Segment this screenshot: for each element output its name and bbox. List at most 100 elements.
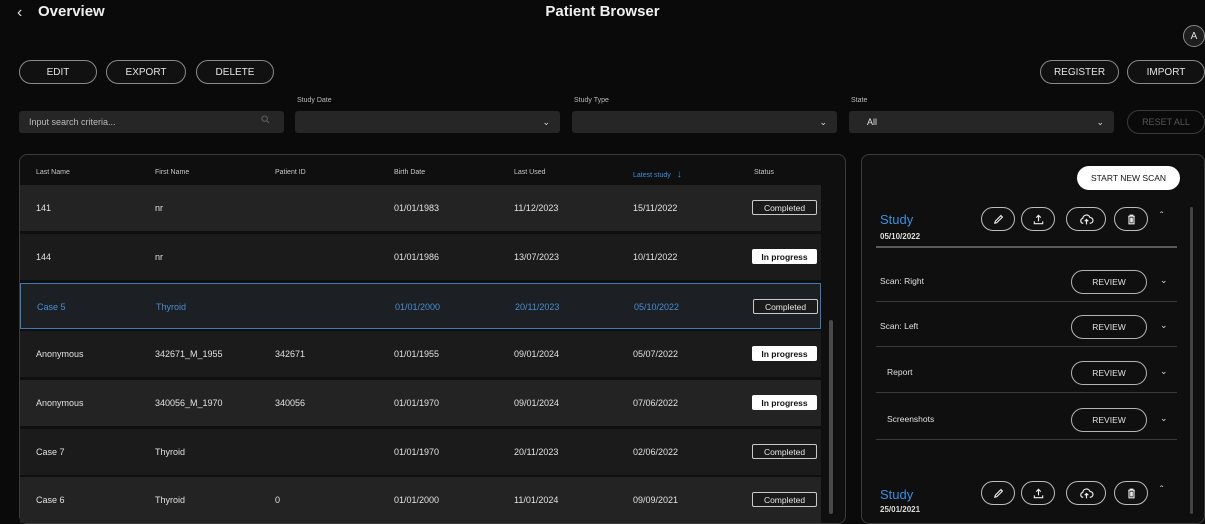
column-header-latest-study[interactable]: Latest study ↓ [633, 169, 682, 180]
sort-down-arrow-icon: ↓ [676, 169, 682, 180]
review-button[interactable]: REVIEW [1071, 315, 1147, 339]
state-value: All [867, 117, 878, 127]
cell-latest-study: 02/06/2022 [633, 447, 679, 457]
table-row[interactable]: Case 6 Thyroid 0 01/01/2000 11/01/2024 09/09/… [20, 477, 821, 523]
chevron-down-icon[interactable]: ⌄ [1160, 366, 1168, 377]
study-date: 05/10/2022 [880, 232, 921, 241]
cell-latest-study: 10/11/2022 [633, 252, 678, 262]
search-input[interactable]: Input search criteria... [19, 111, 284, 133]
upload-icon [1033, 214, 1043, 224]
page-title: Patient Browser [545, 3, 660, 20]
column-header-patient-id[interactable]: Patient ID [275, 169, 306, 176]
edit-button[interactable]: EDIT [19, 60, 97, 84]
latest-study-label: Latest study [633, 172, 671, 179]
study-type-select[interactable]: ⌄ [572, 111, 837, 133]
study-date: 25/01/2021 [880, 505, 921, 514]
table-scrollbar[interactable] [829, 320, 833, 514]
delete-study-button[interactable] [1114, 207, 1148, 231]
delete-button[interactable]: DELETE [196, 60, 274, 84]
state-select[interactable]: All ⌄ [849, 111, 1114, 133]
reset-all-button[interactable]: RESET ALL [1127, 110, 1205, 134]
cell-patient-id: 0 [275, 495, 281, 505]
cell-last-name: Case 7 [36, 447, 65, 457]
cell-last-name: Case 5 [37, 302, 66, 312]
chevron-down-icon: ⌄ [542, 117, 550, 127]
cell-last-used: 20/11/2023 [515, 302, 560, 312]
chevron-down-icon: ⌄ [819, 117, 827, 127]
cell-birth-date: 01/01/2000 [394, 495, 440, 505]
export-button[interactable]: EXPORT [106, 60, 186, 84]
cloud-upload-icon [1079, 213, 1094, 224]
study-panel-scrollbar[interactable] [1190, 207, 1193, 514]
chevron-down-icon[interactable]: ⌄ [1160, 320, 1168, 331]
study-type-label: Study Type [574, 97, 609, 104]
search-icon [261, 115, 270, 126]
delete-study-button[interactable] [1114, 481, 1148, 505]
table-row[interactable]: 144 nr 01/01/1986 13/07/2023 10/11/2022 In pr… [20, 234, 821, 280]
import-button[interactable]: IMPORT [1127, 60, 1205, 84]
table-row[interactable]: 141 nr 01/01/1983 11/12/2023 15/11/2022 Compl… [20, 185, 821, 231]
scan-row: Scan: Left REVIEW ⌄ [876, 306, 1177, 347]
column-header-status[interactable]: Status [754, 169, 774, 176]
upload-study-button[interactable] [1021, 207, 1055, 231]
cell-birth-date: 01/01/1970 [394, 398, 440, 408]
review-button[interactable]: REVIEW [1071, 408, 1147, 432]
upload-study-button[interactable] [1021, 481, 1055, 505]
collapse-study-icon[interactable]: ˆ [1160, 485, 1163, 496]
table-row[interactable]: Anonymous 342671_M_1955 342671 01/01/1955 09… [20, 331, 821, 377]
study-date-select[interactable]: ⌄ [295, 111, 560, 133]
cell-last-name: Anonymous [36, 398, 84, 408]
cell-latest-study: 05/10/2022 [634, 302, 680, 312]
pencil-icon [993, 214, 1003, 224]
study-date-label: Study Date [297, 97, 332, 104]
status-badge: Completed [752, 200, 817, 215]
scan-label: Scan: Right [880, 276, 924, 286]
collapse-study-icon[interactable]: ˆ [1160, 211, 1163, 222]
cell-birth-date: 01/01/2000 [395, 302, 441, 312]
cell-last-name: 141 [36, 203, 52, 213]
trash-icon [1127, 214, 1135, 224]
trash-icon [1127, 488, 1135, 498]
edit-study-button[interactable] [981, 481, 1015, 505]
cell-birth-date: 01/01/1970 [394, 447, 440, 457]
scan-label: Scan: Left [880, 321, 919, 331]
cell-latest-study: 09/09/2021 [633, 495, 679, 505]
cell-birth-date: 01/01/1955 [394, 349, 440, 359]
cell-last-name: Case 6 [36, 495, 65, 505]
cell-latest-study: 05/07/2022 [633, 349, 679, 359]
cell-first-name: Thyroid [155, 447, 186, 457]
cloud-upload-button[interactable] [1066, 481, 1106, 505]
cloud-upload-icon [1079, 487, 1094, 498]
cell-latest-study: 15/11/2022 [633, 203, 678, 213]
chevron-down-icon[interactable]: ⌄ [1160, 275, 1168, 286]
scan-row: Screenshots REVIEW ⌄ [876, 399, 1177, 440]
review-button[interactable]: REVIEW [1071, 361, 1147, 385]
status-badge: In progress [752, 346, 817, 361]
table-row[interactable]: Case 7 Thyroid 01/01/1970 20/11/2023 02/06/2… [20, 429, 821, 475]
pencil-icon [993, 488, 1003, 498]
edit-study-button[interactable] [981, 207, 1015, 231]
column-header-birth-date[interactable]: Birth Date [394, 169, 425, 176]
review-button[interactable]: REVIEW [1071, 270, 1147, 294]
cell-first-name: 340056_M_1970 [155, 398, 223, 408]
start-new-scan-button[interactable]: START NEW SCAN [1077, 166, 1180, 190]
avatar[interactable]: A [1183, 25, 1205, 47]
register-button[interactable]: REGISTER [1040, 60, 1119, 84]
column-header-first-name[interactable]: First Name [155, 169, 189, 176]
cloud-upload-button[interactable] [1066, 207, 1106, 231]
table-row[interactable]: Case 5 Thyroid 01/01/2000 20/11/2023 05/10/2… [20, 283, 821, 329]
chevron-down-icon[interactable]: ⌄ [1160, 413, 1168, 424]
column-header-last-used[interactable]: Last Used [514, 169, 546, 176]
cell-first-name: nr [155, 252, 164, 262]
search-placeholder: Input search criteria... [29, 117, 116, 127]
table-row[interactable]: Anonymous 340056_M_1970 340056 01/01/1970 09… [20, 380, 821, 426]
scan-row: Scan: Right REVIEW ⌄ [876, 261, 1177, 302]
study-title[interactable]: Study [880, 212, 913, 227]
scan-label: Report [887, 367, 913, 377]
cell-last-used: 20/11/2023 [514, 447, 559, 457]
column-header-last-name[interactable]: Last Name [36, 169, 70, 176]
cell-birth-date: 01/01/1983 [394, 203, 440, 213]
cell-first-name: 342671_M_1955 [155, 349, 223, 359]
study-title[interactable]: Study [880, 487, 913, 502]
status-badge: Completed [752, 492, 817, 507]
